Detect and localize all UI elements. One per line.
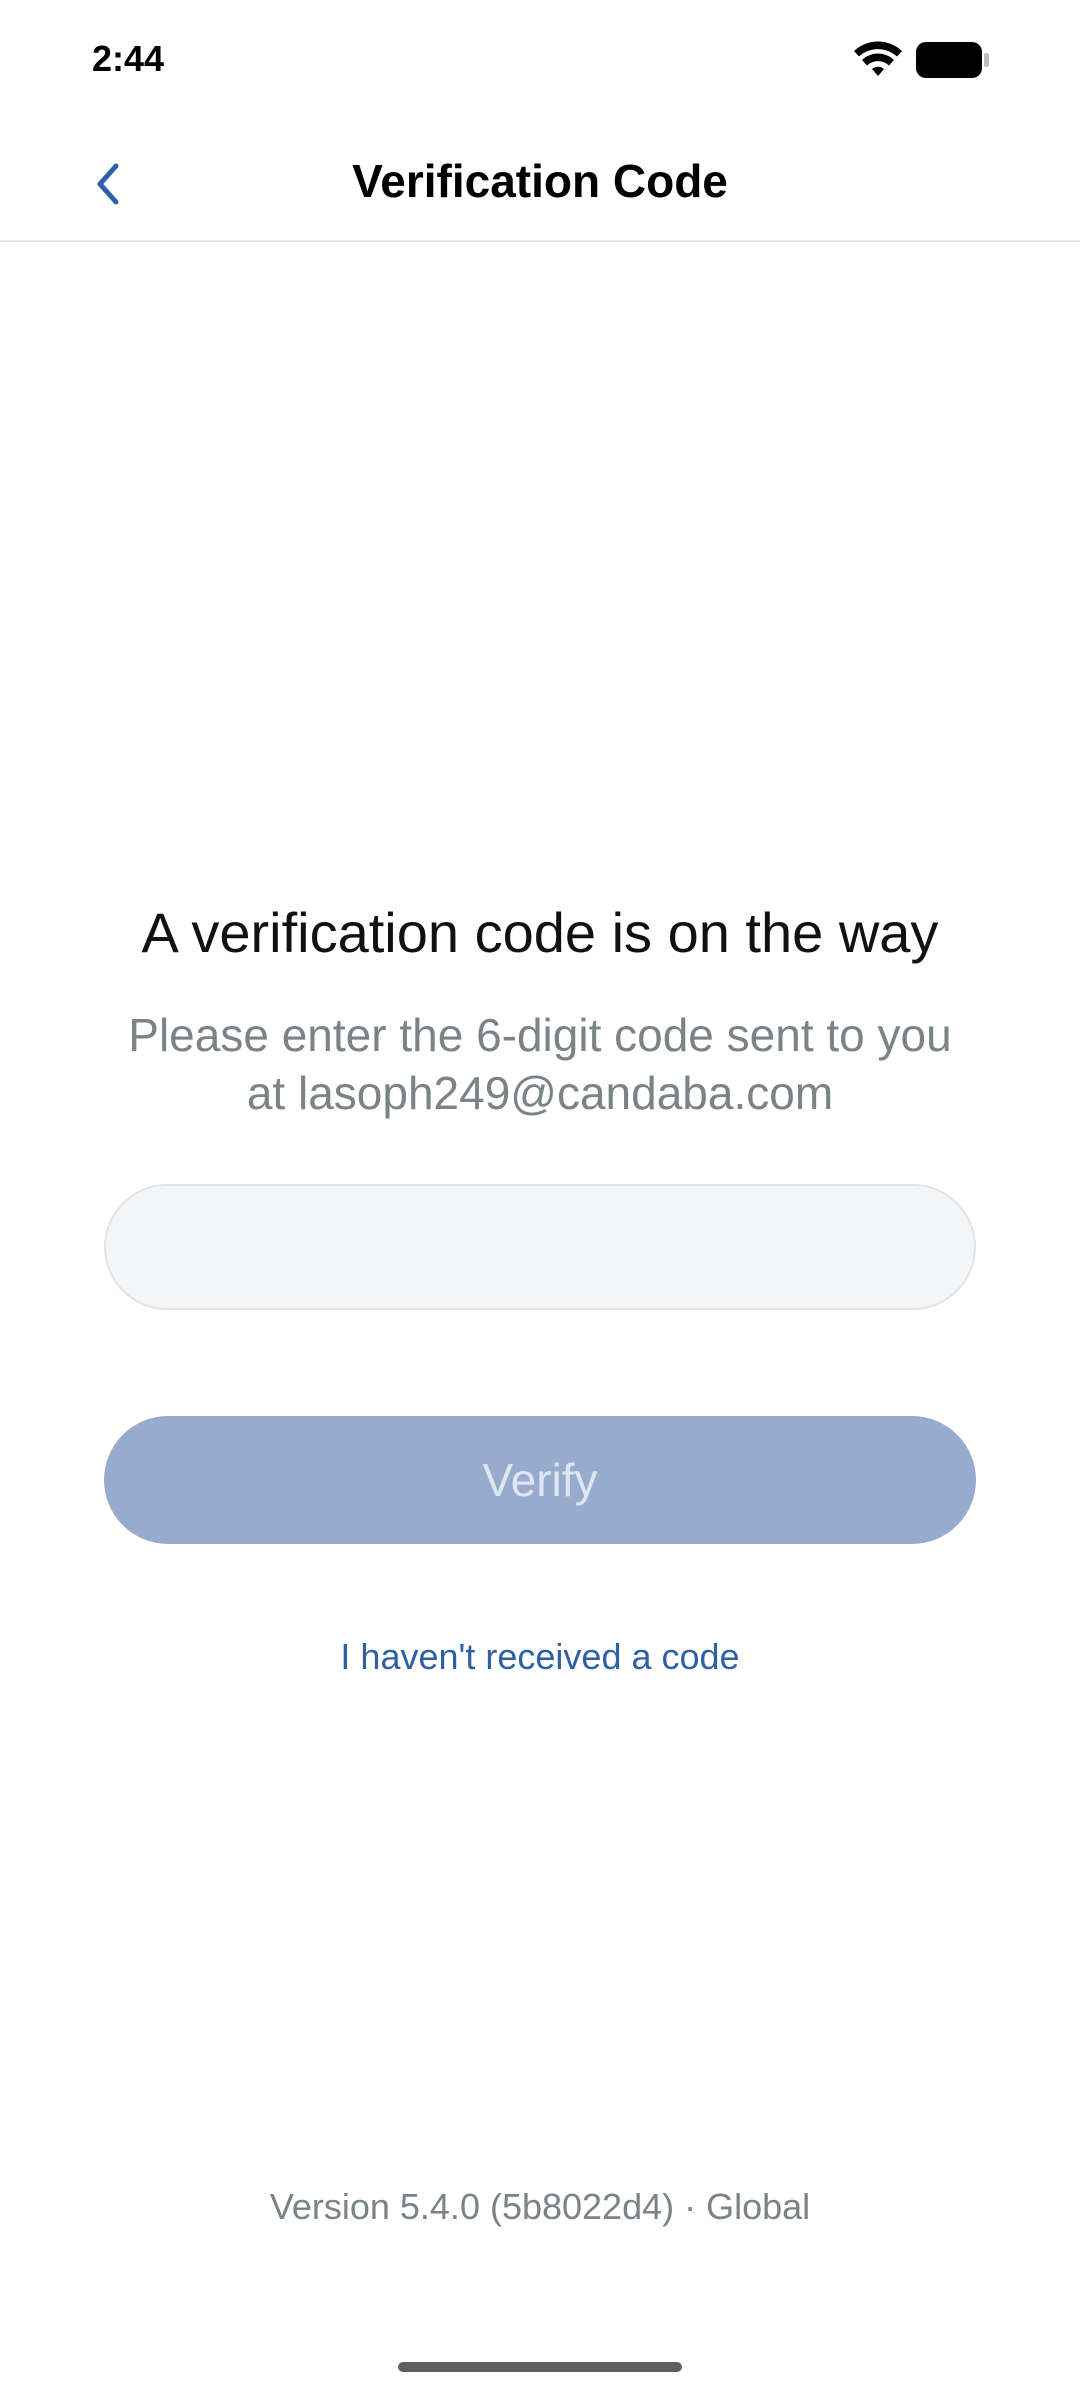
verification-instructions: Please enter the 6-digit code sent to yo…: [90, 1006, 990, 1122]
chevron-left-icon: [97, 163, 119, 205]
version-label: Version 5.4.0 (5b8022d4) · Global: [269, 2186, 811, 2227]
back-button[interactable]: [70, 146, 146, 222]
verify-button[interactable]: Verify: [104, 1416, 976, 1544]
nav-header: Verification Code: [0, 120, 1080, 242]
battery-icon: [916, 42, 989, 78]
home-indicator[interactable]: [398, 2362, 682, 2372]
wifi-icon: [854, 41, 902, 76]
status-bar: 2:44: [0, 0, 1080, 120]
instructions-line-2: at lasoph249@candaba.com: [246, 1067, 834, 1119]
status-time: 2:44: [92, 38, 165, 79]
page-title: Verification Code: [352, 155, 728, 207]
verification-screen: 2:44 Verification Code A verification co…: [0, 0, 1080, 2400]
verification-heading: A verification code is on the way: [141, 901, 939, 964]
verification-code-input[interactable]: [104, 1184, 976, 1310]
resend-code-link[interactable]: I haven't received a code: [0, 1636, 1080, 1678]
instructions-line-1: Please enter the 6-digit code sent to yo…: [128, 1009, 952, 1061]
